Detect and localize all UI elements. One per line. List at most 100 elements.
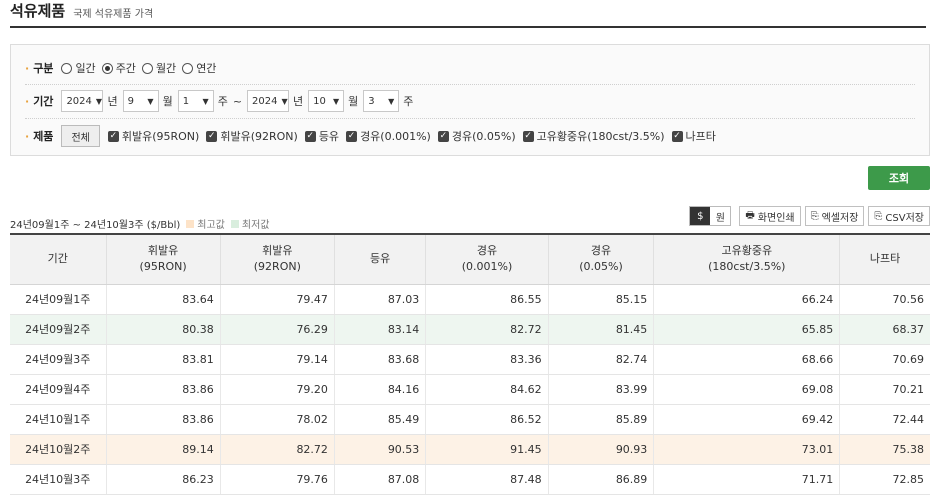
period-cell: 24년09월2주 <box>10 314 106 345</box>
checkbox-check-icon: ✓ <box>107 130 119 142</box>
column-header: 경유 (0.05%) <box>547 234 654 285</box>
period-cell: 24년09월4주 <box>10 374 106 405</box>
price-cell: 87.08 <box>333 464 426 495</box>
start-week-select[interactable]: 1 ▼ <box>177 90 214 112</box>
price-cell: 82.72 <box>425 314 549 345</box>
year-unit: 년 <box>107 95 118 108</box>
radio-weekly[interactable]: 주간 <box>101 60 136 76</box>
column-header: 고유황중유 (180cst/3.5%) <box>653 234 840 285</box>
price-cell: 70.69 <box>839 344 930 375</box>
divider <box>25 84 915 85</box>
radio-monthly[interactable]: 월간 <box>141 60 176 76</box>
price-cell: 86.55 <box>425 284 549 315</box>
price-cell: 86.23 <box>105 464 221 495</box>
radio-circle-icon <box>141 62 153 74</box>
radio-circle-icon <box>182 62 194 74</box>
chevron-down-icon: ▼ <box>95 96 103 106</box>
checkbox-gasoline-92[interactable]: ✓ 휘발유(92RON) <box>206 128 298 144</box>
price-cell: 83.86 <box>105 404 221 435</box>
checkbox-gasoline-95[interactable]: ✓ 휘발유(95RON) <box>107 128 199 144</box>
checkbox-naphtha[interactable]: ✓ 나프타 <box>671 128 716 144</box>
price-cell: 85.89 <box>547 404 654 435</box>
end-month-select[interactable]: 10 ▼ <box>308 90 345 112</box>
product-row: 제품 전체 ✓휘발유(95RON) ✓휘발유(92RON) ✓등유 ✓경유(0.… <box>25 125 915 147</box>
export-icon: ⎘ <box>874 210 883 222</box>
range-separator: ~ <box>232 94 243 108</box>
price-cell: 83.36 <box>425 344 549 375</box>
price-cell: 91.45 <box>425 434 549 465</box>
start-month-select[interactable]: 9 ▼ <box>122 90 159 112</box>
price-cell: 84.16 <box>333 374 426 405</box>
page-subtitle: 국제 석유제품 가격 <box>73 9 154 20</box>
price-cell: 78.02 <box>219 404 335 435</box>
radio-circle-icon <box>101 62 113 74</box>
excel-export-button[interactable]: ⎘ 엑셀저장 <box>804 206 865 226</box>
price-cell: 84.62 <box>425 374 549 405</box>
table-row: 24년09월2주 80.38 76.29 83.14 82.72 81.45 65.85 68… <box>10 314 930 345</box>
column-header: 휘발유 (92RON) <box>219 234 335 285</box>
checkbox-check-icon: ✓ <box>437 130 449 142</box>
price-cell: 70.21 <box>839 374 930 405</box>
page-title: 석유제품 <box>10 2 66 20</box>
divider <box>25 118 915 119</box>
select-all-button[interactable]: 전체 <box>61 125 100 147</box>
table-row: 24년09월3주 83.81 79.14 83.68 83.36 82.74 68.66 70… <box>10 344 930 375</box>
price-cell: 82.72 <box>219 434 335 465</box>
price-cell: 73.01 <box>653 434 840 465</box>
price-cell: 72.85 <box>839 464 930 495</box>
year-unit: 년 <box>293 95 304 108</box>
checkbox-diesel-005[interactable]: ✓ 경유(0.05%) <box>437 128 516 144</box>
checkbox-diesel-0001[interactable]: ✓ 경유(0.001%) <box>346 128 431 144</box>
price-cell: 90.53 <box>333 434 426 465</box>
price-cell: 87.03 <box>333 284 426 315</box>
period-cell: 24년09월1주 <box>10 284 106 315</box>
price-cell: 71.71 <box>653 464 840 495</box>
checkbox-check-icon: ✓ <box>346 130 358 142</box>
end-week-select[interactable]: 3 ▼ <box>363 90 400 112</box>
checkbox-check-icon: ✓ <box>206 130 218 142</box>
legend-low-label: 최저값 <box>241 220 270 231</box>
chevron-down-icon: ▼ <box>202 96 209 106</box>
period-range-label: 기간 <box>25 93 53 109</box>
price-cell: 75.38 <box>839 434 930 465</box>
currency-dollar-button[interactable]: $ <box>690 207 711 225</box>
period-cell: 24년10월2주 <box>10 434 106 465</box>
period-cell: 24년09월3주 <box>10 344 106 375</box>
checkbox-check-icon: ✓ <box>304 130 316 142</box>
search-button[interactable]: 조회 <box>868 166 930 190</box>
checkbox-kerosene[interactable]: ✓ 등유 <box>304 128 339 144</box>
printer-icon: 🖶 <box>745 209 755 221</box>
price-cell: 86.89 <box>547 464 654 495</box>
column-header: 등유 <box>333 234 426 285</box>
print-button[interactable]: 🖶 화면인쇄 <box>739 206 801 226</box>
currency-toggle: $ 원 <box>689 206 732 226</box>
price-cell: 83.81 <box>105 344 221 375</box>
price-cell: 83.64 <box>105 284 221 315</box>
chevron-down-icon: ▼ <box>388 96 395 106</box>
radio-yearly[interactable]: 연간 <box>182 60 216 76</box>
csv-export-button[interactable]: ⎘ CSV저장 <box>868 206 930 226</box>
end-year-select[interactable]: 2024 ▼ <box>247 90 290 112</box>
start-year-select[interactable]: 2024 ▼ <box>61 90 104 112</box>
price-cell: 83.86 <box>105 374 221 405</box>
price-cell: 83.99 <box>547 374 654 405</box>
price-cell: 66.24 <box>653 284 840 315</box>
week-unit: 주 <box>403 95 414 108</box>
range-text: 24년09월1주 ~ 24년10월3주 ($/Bbl) <box>10 220 181 231</box>
legend-high-swatch <box>186 219 195 228</box>
price-cell: 69.08 <box>653 374 840 405</box>
radio-daily[interactable]: 일간 <box>61 60 96 76</box>
legend-low-swatch <box>230 219 239 228</box>
price-cell: 83.14 <box>333 314 426 345</box>
price-cell: 87.48 <box>425 464 549 495</box>
checkbox-hsfo[interactable]: ✓ 고유황중유(180cst/3.5%) <box>522 128 665 144</box>
currency-won-button[interactable]: 원 <box>710 207 730 225</box>
export-icon: ⎘ <box>810 210 819 222</box>
column-header: 기간 <box>10 234 106 285</box>
product-label: 제품 <box>25 128 53 144</box>
price-cell: 86.52 <box>425 404 549 435</box>
price-table: 기간 휘발유 (95RON) 휘발유 (92RON) 등유 경유 (0.001%) 경… <box>10 233 930 495</box>
price-cell: 79.20 <box>219 374 335 405</box>
column-header: 나프타 <box>839 234 930 285</box>
column-header: 휘발유 (95RON) <box>105 234 221 285</box>
